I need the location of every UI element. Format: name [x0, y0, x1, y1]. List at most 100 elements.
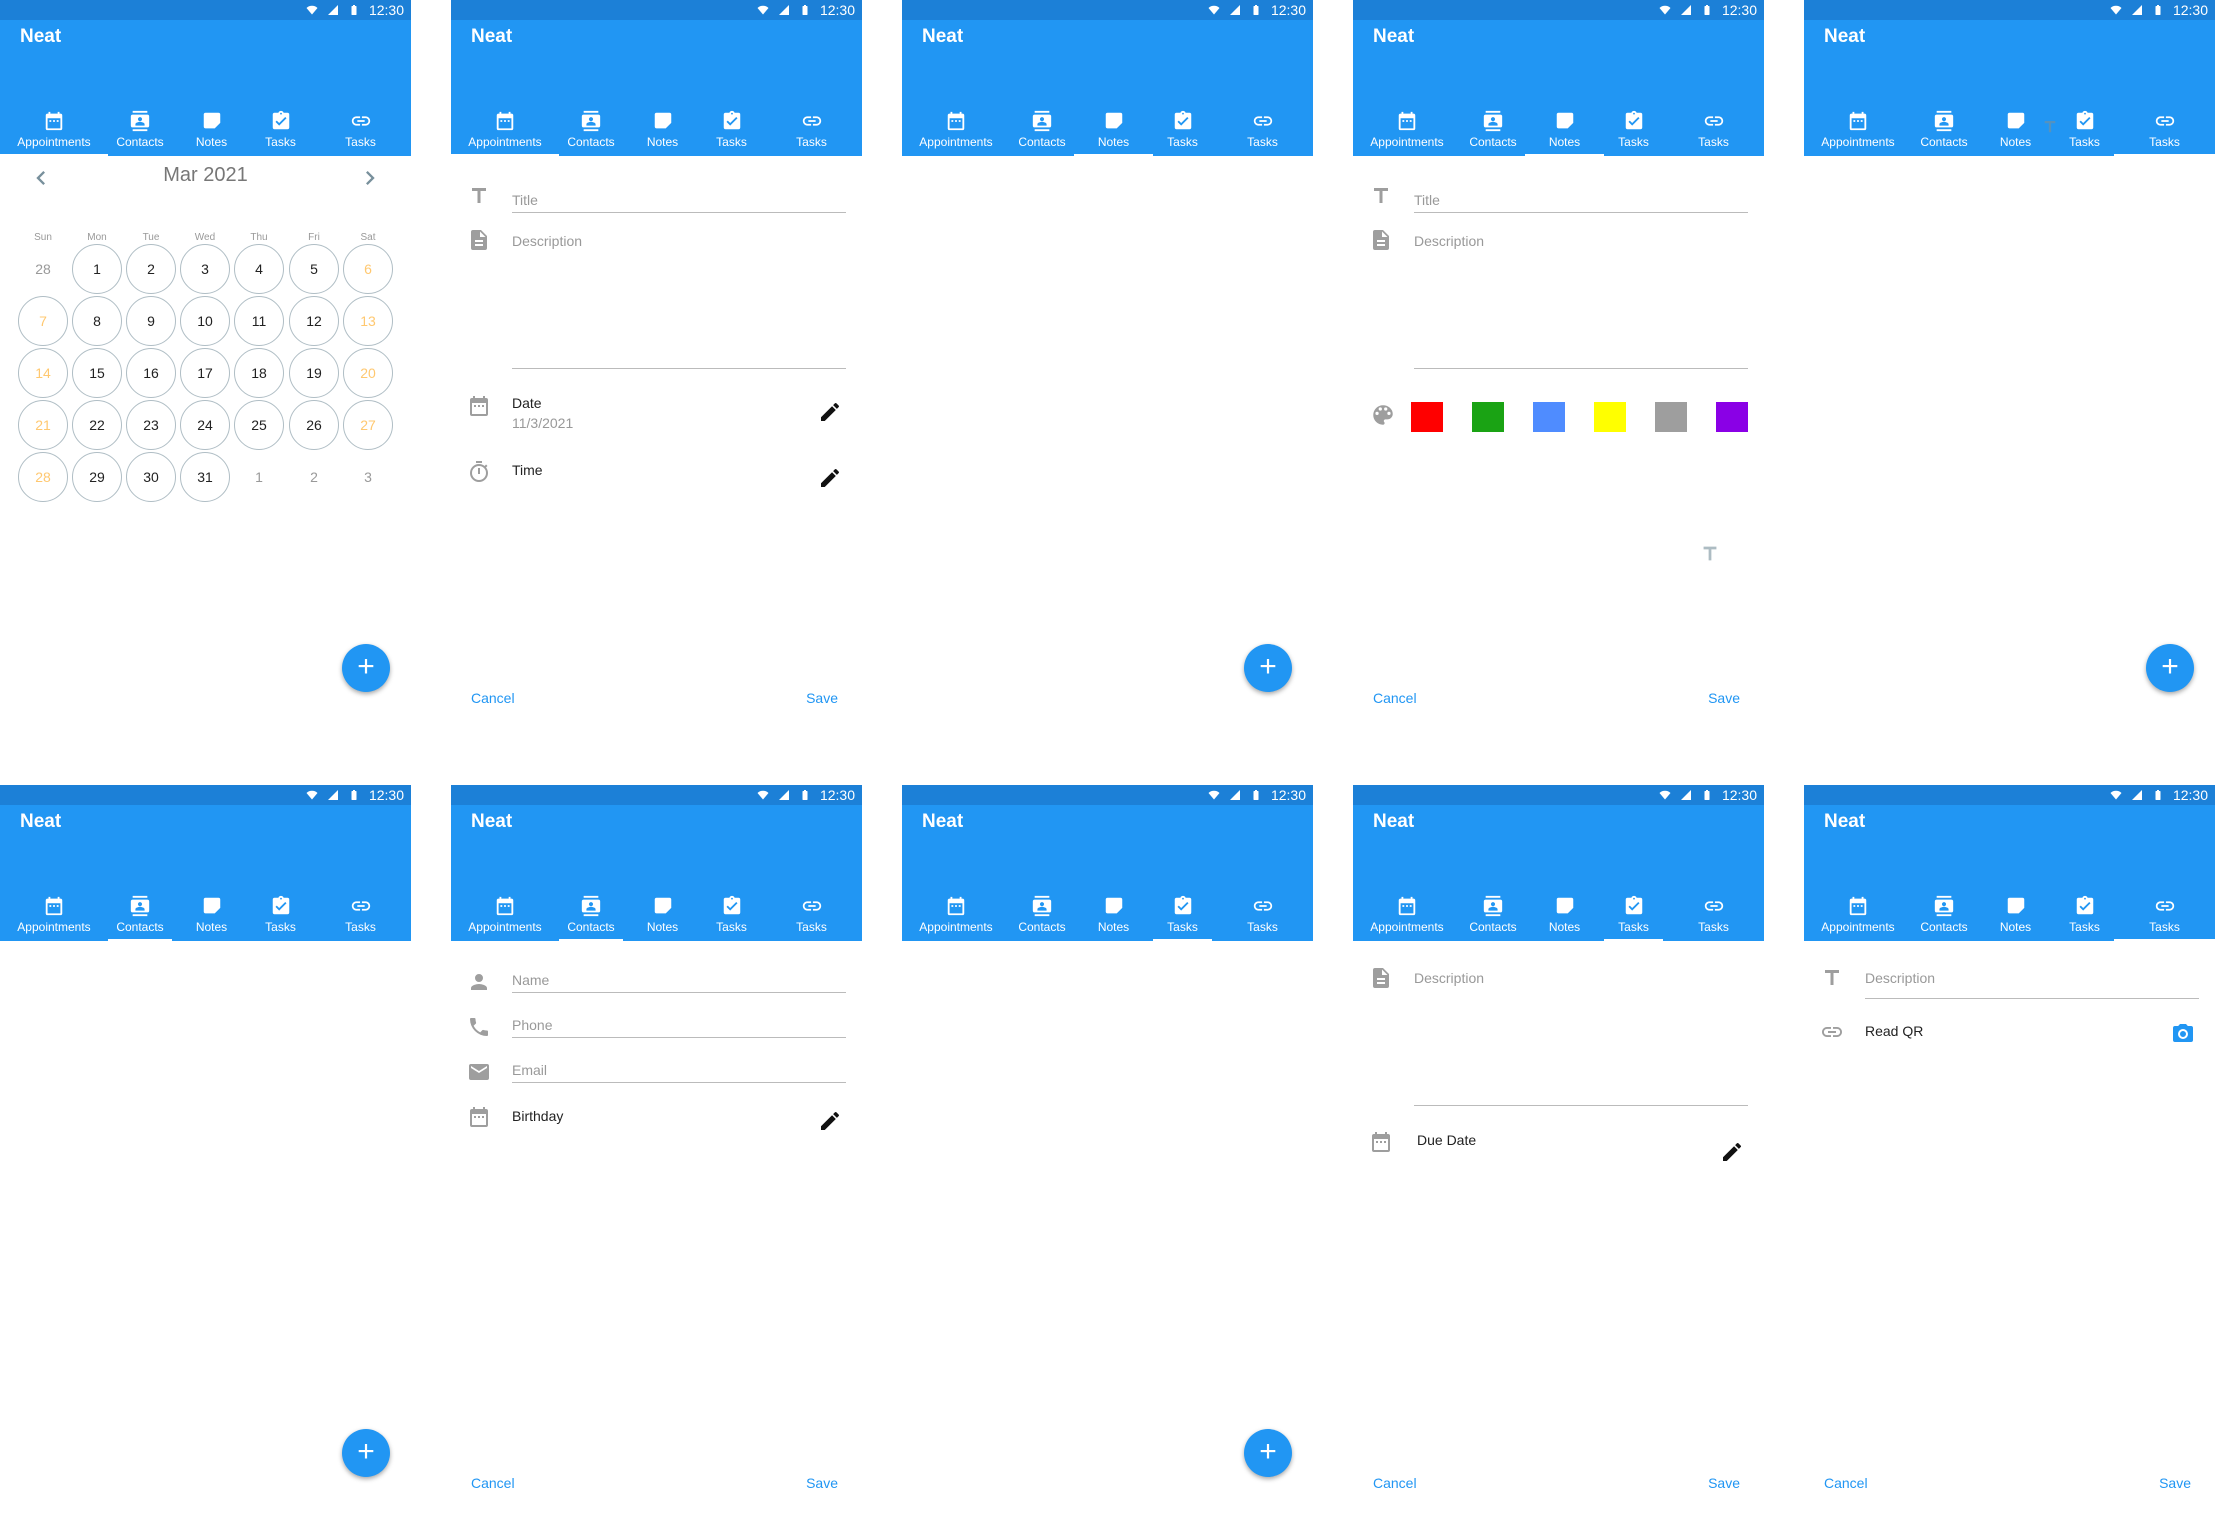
calendar-day[interactable]: 1 — [72, 244, 122, 294]
calendar-day[interactable]: 4 — [234, 244, 284, 294]
calendar-day[interactable]: 19 — [289, 348, 339, 398]
tab-tasks-3[interactable]: Tasks — [1153, 104, 1212, 156]
calendar-day[interactable]: 12 — [289, 296, 339, 346]
edit-date-button[interactable] — [818, 400, 842, 424]
add-button[interactable]: + — [1244, 644, 1292, 692]
tab-tasks-3[interactable]: Tasks — [1153, 889, 1212, 941]
calendar-day[interactable]: 10 — [180, 296, 230, 346]
cancel-button[interactable]: Cancel — [471, 690, 515, 706]
calendar-day[interactable]: 14 — [18, 348, 68, 398]
tab-notes-2[interactable]: Notes — [1525, 104, 1604, 156]
tab-tasks-3[interactable]: Tasks — [702, 104, 761, 156]
cancel-button[interactable]: Cancel — [1373, 1475, 1417, 1491]
cancel-button[interactable]: Cancel — [1824, 1475, 1868, 1491]
name-input[interactable] — [512, 972, 846, 993]
calendar-day[interactable]: 9 — [126, 296, 176, 346]
read-qr-button[interactable] — [2171, 1022, 2195, 1046]
calendar-day[interactable]: 20 — [343, 348, 393, 398]
calendar-day[interactable]: 7 — [18, 296, 68, 346]
tab-tasks-3[interactable]: Tasks — [1604, 104, 1663, 156]
tab-contacts-1[interactable]: Contacts — [559, 889, 623, 941]
add-button[interactable]: + — [342, 644, 390, 692]
tab-contacts-1[interactable]: Contacts — [108, 104, 172, 156]
save-button[interactable]: Save — [2159, 1475, 2191, 1491]
tab-notes-2[interactable]: Notes — [1525, 889, 1604, 941]
add-button[interactable]: + — [2146, 644, 2194, 692]
calendar-day[interactable]: 29 — [72, 452, 122, 502]
calendar-day[interactable]: 26 — [289, 400, 339, 450]
tab-appointments-0[interactable]: Appointments — [1804, 889, 1912, 941]
save-button[interactable]: Save — [806, 1475, 838, 1491]
calendar-day[interactable]: 17 — [180, 348, 230, 398]
tab-notes-2[interactable]: Notes — [1074, 889, 1153, 941]
description-input[interactable] — [1865, 970, 2199, 999]
tab-appointments-0[interactable]: Appointments — [902, 889, 1010, 941]
color-swatch[interactable] — [1411, 402, 1443, 432]
save-button[interactable]: Save — [1708, 690, 1740, 706]
tab-tasks-4[interactable]: Tasks — [761, 889, 862, 941]
calendar-day[interactable]: 6 — [343, 244, 393, 294]
tab-appointments-0[interactable]: Appointments — [1353, 104, 1461, 156]
tab-contacts-1[interactable]: Contacts — [1010, 104, 1074, 156]
calendar-day[interactable]: 5 — [289, 244, 339, 294]
tab-tasks-4[interactable]: Tasks — [1212, 889, 1313, 941]
tab-notes-2[interactable]: Notes — [1074, 104, 1153, 156]
tab-appointments-0[interactable]: Appointments — [902, 104, 1010, 156]
calendar-day[interactable]: 18 — [234, 348, 284, 398]
calendar-day[interactable]: 2 — [126, 244, 176, 294]
tab-tasks-4[interactable]: Tasks — [761, 104, 862, 156]
edit-birthday-button[interactable] — [818, 1109, 842, 1133]
tab-tasks-4[interactable]: Tasks — [310, 889, 411, 941]
color-swatch[interactable] — [1594, 402, 1626, 432]
color-swatch[interactable] — [1655, 402, 1687, 432]
phone-input[interactable] — [512, 1017, 846, 1038]
calendar-day[interactable]: 28 — [18, 452, 68, 502]
cancel-button[interactable]: Cancel — [1373, 690, 1417, 706]
tab-appointments-0[interactable]: Appointments — [0, 104, 108, 156]
tab-tasks-4[interactable]: Tasks — [2114, 889, 2215, 941]
color-swatch[interactable] — [1472, 402, 1504, 432]
calendar-day[interactable]: 8 — [72, 296, 122, 346]
calendar-day[interactable]: 30 — [126, 452, 176, 502]
tab-tasks-3[interactable]: Tasks — [251, 104, 310, 156]
tab-notes-2[interactable]: Notes — [1976, 889, 2055, 941]
calendar-day[interactable]: 16 — [126, 348, 176, 398]
tab-contacts-1[interactable]: Contacts — [559, 104, 623, 156]
save-button[interactable]: Save — [1708, 1475, 1740, 1491]
add-button[interactable]: + — [342, 1429, 390, 1477]
color-swatch[interactable] — [1533, 402, 1565, 432]
calendar-day[interactable]: 21 — [18, 400, 68, 450]
tab-appointments-0[interactable]: Appointments — [451, 889, 559, 941]
calendar-day[interactable]: 23 — [126, 400, 176, 450]
calendar-day[interactable]: 24 — [180, 400, 230, 450]
cancel-button[interactable]: Cancel — [471, 1475, 515, 1491]
tab-notes-2[interactable]: Notes — [172, 889, 251, 941]
calendar-day[interactable]: 22 — [72, 400, 122, 450]
tab-appointments-0[interactable]: Appointments — [1804, 104, 1912, 156]
tab-tasks-3[interactable]: Tasks — [251, 889, 310, 941]
tab-tasks-3[interactable]: Tasks — [1604, 889, 1663, 941]
tab-appointments-0[interactable]: Appointments — [1353, 889, 1461, 941]
calendar-day[interactable]: 3 — [180, 244, 230, 294]
tab-contacts-1[interactable]: Contacts — [108, 889, 172, 941]
add-button[interactable]: + — [1244, 1429, 1292, 1477]
calendar-day[interactable]: 31 — [180, 452, 230, 502]
tab-appointments-0[interactable]: Appointments — [0, 889, 108, 941]
calendar-day[interactable]: 13 — [343, 296, 393, 346]
color-swatch[interactable] — [1716, 402, 1748, 432]
tab-tasks-4[interactable]: Tasks — [1663, 104, 1764, 156]
calendar-day[interactable]: 25 — [234, 400, 284, 450]
tab-tasks-4[interactable]: Tasks — [310, 104, 411, 156]
tab-tasks-3[interactable]: Tasks — [2055, 104, 2114, 156]
tab-tasks-4[interactable]: Tasks — [1663, 889, 1764, 941]
tab-tasks-3[interactable]: Tasks — [702, 889, 761, 941]
tab-notes-2[interactable]: Notes — [623, 889, 702, 941]
tab-tasks-3[interactable]: Tasks — [2055, 889, 2114, 941]
edit-time-button[interactable] — [818, 466, 842, 490]
calendar-day[interactable]: 11 — [234, 296, 284, 346]
title-input[interactable] — [512, 192, 846, 213]
tab-notes-2[interactable]: Notes — [172, 104, 251, 156]
tab-appointments-0[interactable]: Appointments — [451, 104, 559, 156]
tab-contacts-1[interactable]: Contacts — [1912, 889, 1976, 941]
tab-contacts-1[interactable]: Contacts — [1461, 889, 1525, 941]
